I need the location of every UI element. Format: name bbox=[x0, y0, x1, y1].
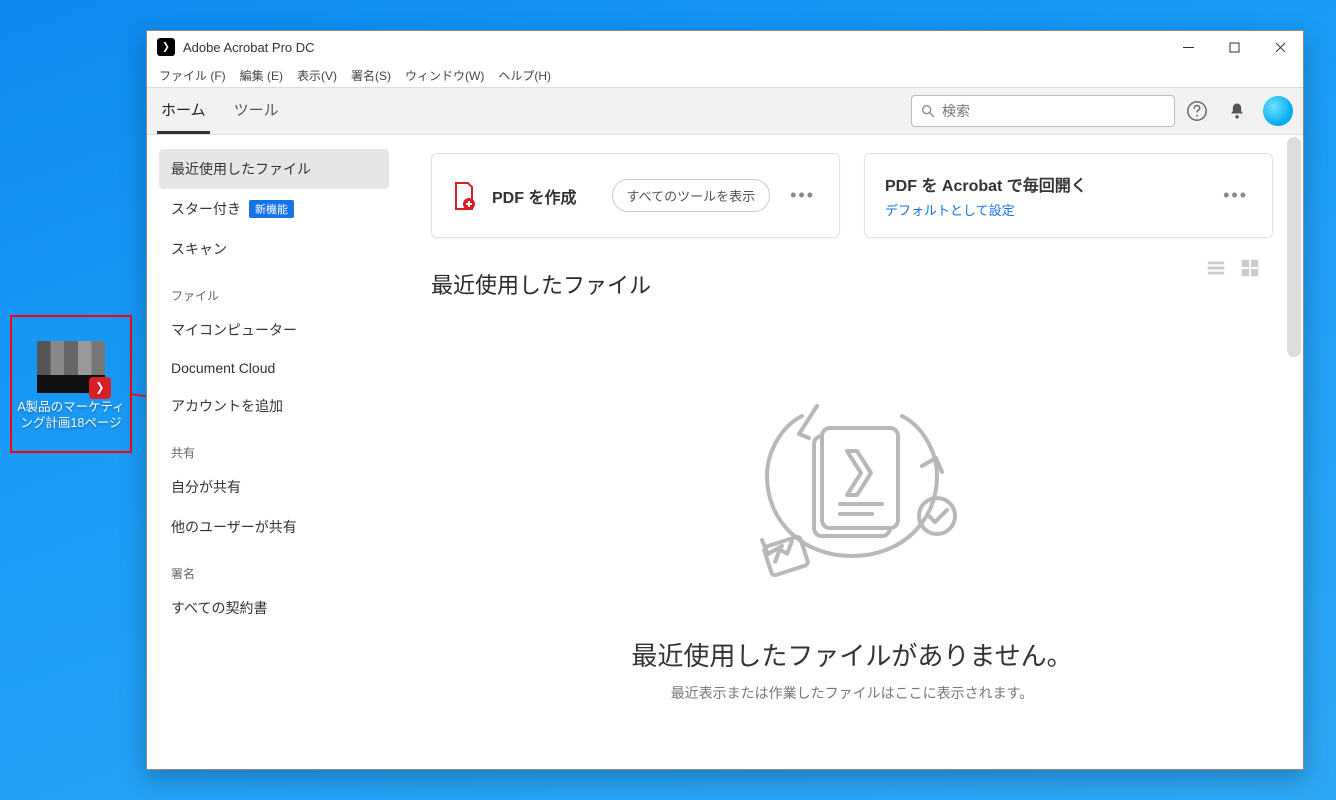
grid-view-button[interactable] bbox=[1237, 255, 1263, 281]
sidebar-item-label: すべての契約書 bbox=[171, 598, 267, 618]
pdf-badge-icon bbox=[89, 377, 111, 399]
sidebar-item-label: マイコンピューター bbox=[171, 320, 297, 340]
window-minimize-button[interactable] bbox=[1165, 31, 1211, 63]
window-maximize-button[interactable] bbox=[1211, 31, 1257, 63]
search-box[interactable] bbox=[911, 95, 1175, 127]
sidebar-section-file: ファイル bbox=[159, 269, 389, 310]
search-icon bbox=[920, 103, 936, 119]
acrobat-window: Adobe Acrobat Pro DC ファイル (F) 編集 (E) 表示(… bbox=[146, 30, 1304, 770]
create-pdf-icon bbox=[452, 182, 476, 210]
tab-tools[interactable]: ツール bbox=[230, 88, 283, 134]
list-view-button[interactable] bbox=[1203, 255, 1229, 281]
search-input[interactable] bbox=[942, 103, 1166, 119]
sidebar-item-scan[interactable]: スキャン bbox=[159, 229, 389, 269]
sidebar-item-label: Document Cloud bbox=[171, 360, 275, 376]
window-titlebar: Adobe Acrobat Pro DC bbox=[147, 31, 1303, 63]
sidebar-item-label: スター付き bbox=[171, 199, 241, 219]
card-create-pdf: PDF を作成 すべてのツールを表示 ••• bbox=[431, 153, 840, 238]
show-all-tools-button[interactable]: すべてのツールを表示 bbox=[612, 179, 771, 212]
menu-file[interactable]: ファイル (F) bbox=[153, 65, 232, 86]
sidebar-item-my-computer[interactable]: マイコンピューター bbox=[159, 310, 389, 350]
main-content: PDF を作成 すべてのツールを表示 ••• PDF を Acrobat で毎回… bbox=[401, 135, 1303, 769]
acrobat-app-icon bbox=[157, 38, 175, 56]
toolbar: ホーム ツール bbox=[147, 87, 1303, 135]
window-close-button[interactable] bbox=[1257, 31, 1303, 63]
sidebar: 最近使用したファイル スター付き 新機能 スキャン ファイル マイコンピューター… bbox=[147, 135, 401, 769]
sidebar-item-label: スキャン bbox=[171, 239, 227, 259]
sidebar-item-add-account[interactable]: アカウントを追加 bbox=[159, 386, 389, 426]
desktop-file-label: A製品のマーケティング計画18ページ bbox=[14, 399, 128, 432]
sidebar-item-label: 他のユーザーが共有 bbox=[171, 517, 297, 537]
set-as-default-link[interactable]: デフォルトとして設定 bbox=[885, 200, 1087, 219]
desktop-file-icon[interactable]: A製品のマーケティング計画18ページ bbox=[10, 315, 132, 453]
sidebar-item-shared-by-others[interactable]: 他のユーザーが共有 bbox=[159, 507, 389, 547]
card-create-pdf-more-icon[interactable]: ••• bbox=[786, 185, 819, 206]
sidebar-item-shared-by-me[interactable]: 自分が共有 bbox=[159, 467, 389, 507]
card-create-pdf-title: PDF を作成 bbox=[492, 184, 576, 208]
window-title: Adobe Acrobat Pro DC bbox=[183, 40, 315, 55]
sidebar-section-share: 共有 bbox=[159, 426, 389, 467]
tab-home[interactable]: ホーム bbox=[157, 88, 210, 134]
menu-sign[interactable]: 署名(S) bbox=[345, 65, 397, 86]
sidebar-item-all-agreements[interactable]: すべての契約書 bbox=[159, 588, 389, 628]
empty-state-subtitle: 最近表示または作業したファイルはここに表示されます。 bbox=[671, 683, 1034, 703]
recent-files-heading: 最近使用したファイル bbox=[431, 268, 1273, 300]
sidebar-item-document-cloud[interactable]: Document Cloud bbox=[159, 350, 389, 386]
sidebar-item-starred[interactable]: スター付き 新機能 bbox=[159, 189, 389, 229]
new-feature-badge: 新機能 bbox=[249, 200, 294, 218]
sidebar-item-recent[interactable]: 最近使用したファイル bbox=[159, 149, 389, 189]
menu-view[interactable]: 表示(V) bbox=[291, 65, 343, 86]
card-open-with-title: PDF を Acrobat で毎回開く bbox=[885, 172, 1087, 196]
card-open-with-acrobat: PDF を Acrobat で毎回開く デフォルトとして設定 ••• bbox=[864, 153, 1273, 238]
empty-state: 最近使用したファイルがありません。 最近表示または作業したファイルはここに表示さ… bbox=[431, 308, 1273, 751]
main-scrollbar[interactable] bbox=[1287, 137, 1301, 767]
sidebar-item-label: 自分が共有 bbox=[171, 477, 241, 497]
menu-window[interactable]: ウィンドウ(W) bbox=[399, 65, 490, 86]
card-open-with-more-icon[interactable]: ••• bbox=[1219, 185, 1252, 206]
sidebar-section-sign: 署名 bbox=[159, 547, 389, 588]
menu-edit[interactable]: 編集 (E) bbox=[234, 65, 289, 86]
menubar: ファイル (F) 編集 (E) 表示(V) 署名(S) ウィンドウ(W) ヘルプ… bbox=[147, 63, 1303, 87]
menu-help[interactable]: ヘルプ(H) bbox=[492, 65, 557, 86]
desktop-file-thumbnail bbox=[37, 341, 105, 393]
user-avatar[interactable] bbox=[1263, 96, 1293, 126]
view-toggle bbox=[1203, 255, 1263, 281]
sidebar-item-label: 最近使用したファイル bbox=[171, 159, 311, 179]
empty-state-title: 最近使用したファイルがありません。 bbox=[631, 636, 1072, 673]
help-icon[interactable] bbox=[1179, 93, 1215, 129]
sidebar-item-label: アカウントを追加 bbox=[171, 396, 283, 416]
bell-icon[interactable] bbox=[1219, 93, 1255, 129]
empty-state-icon bbox=[722, 396, 982, 616]
